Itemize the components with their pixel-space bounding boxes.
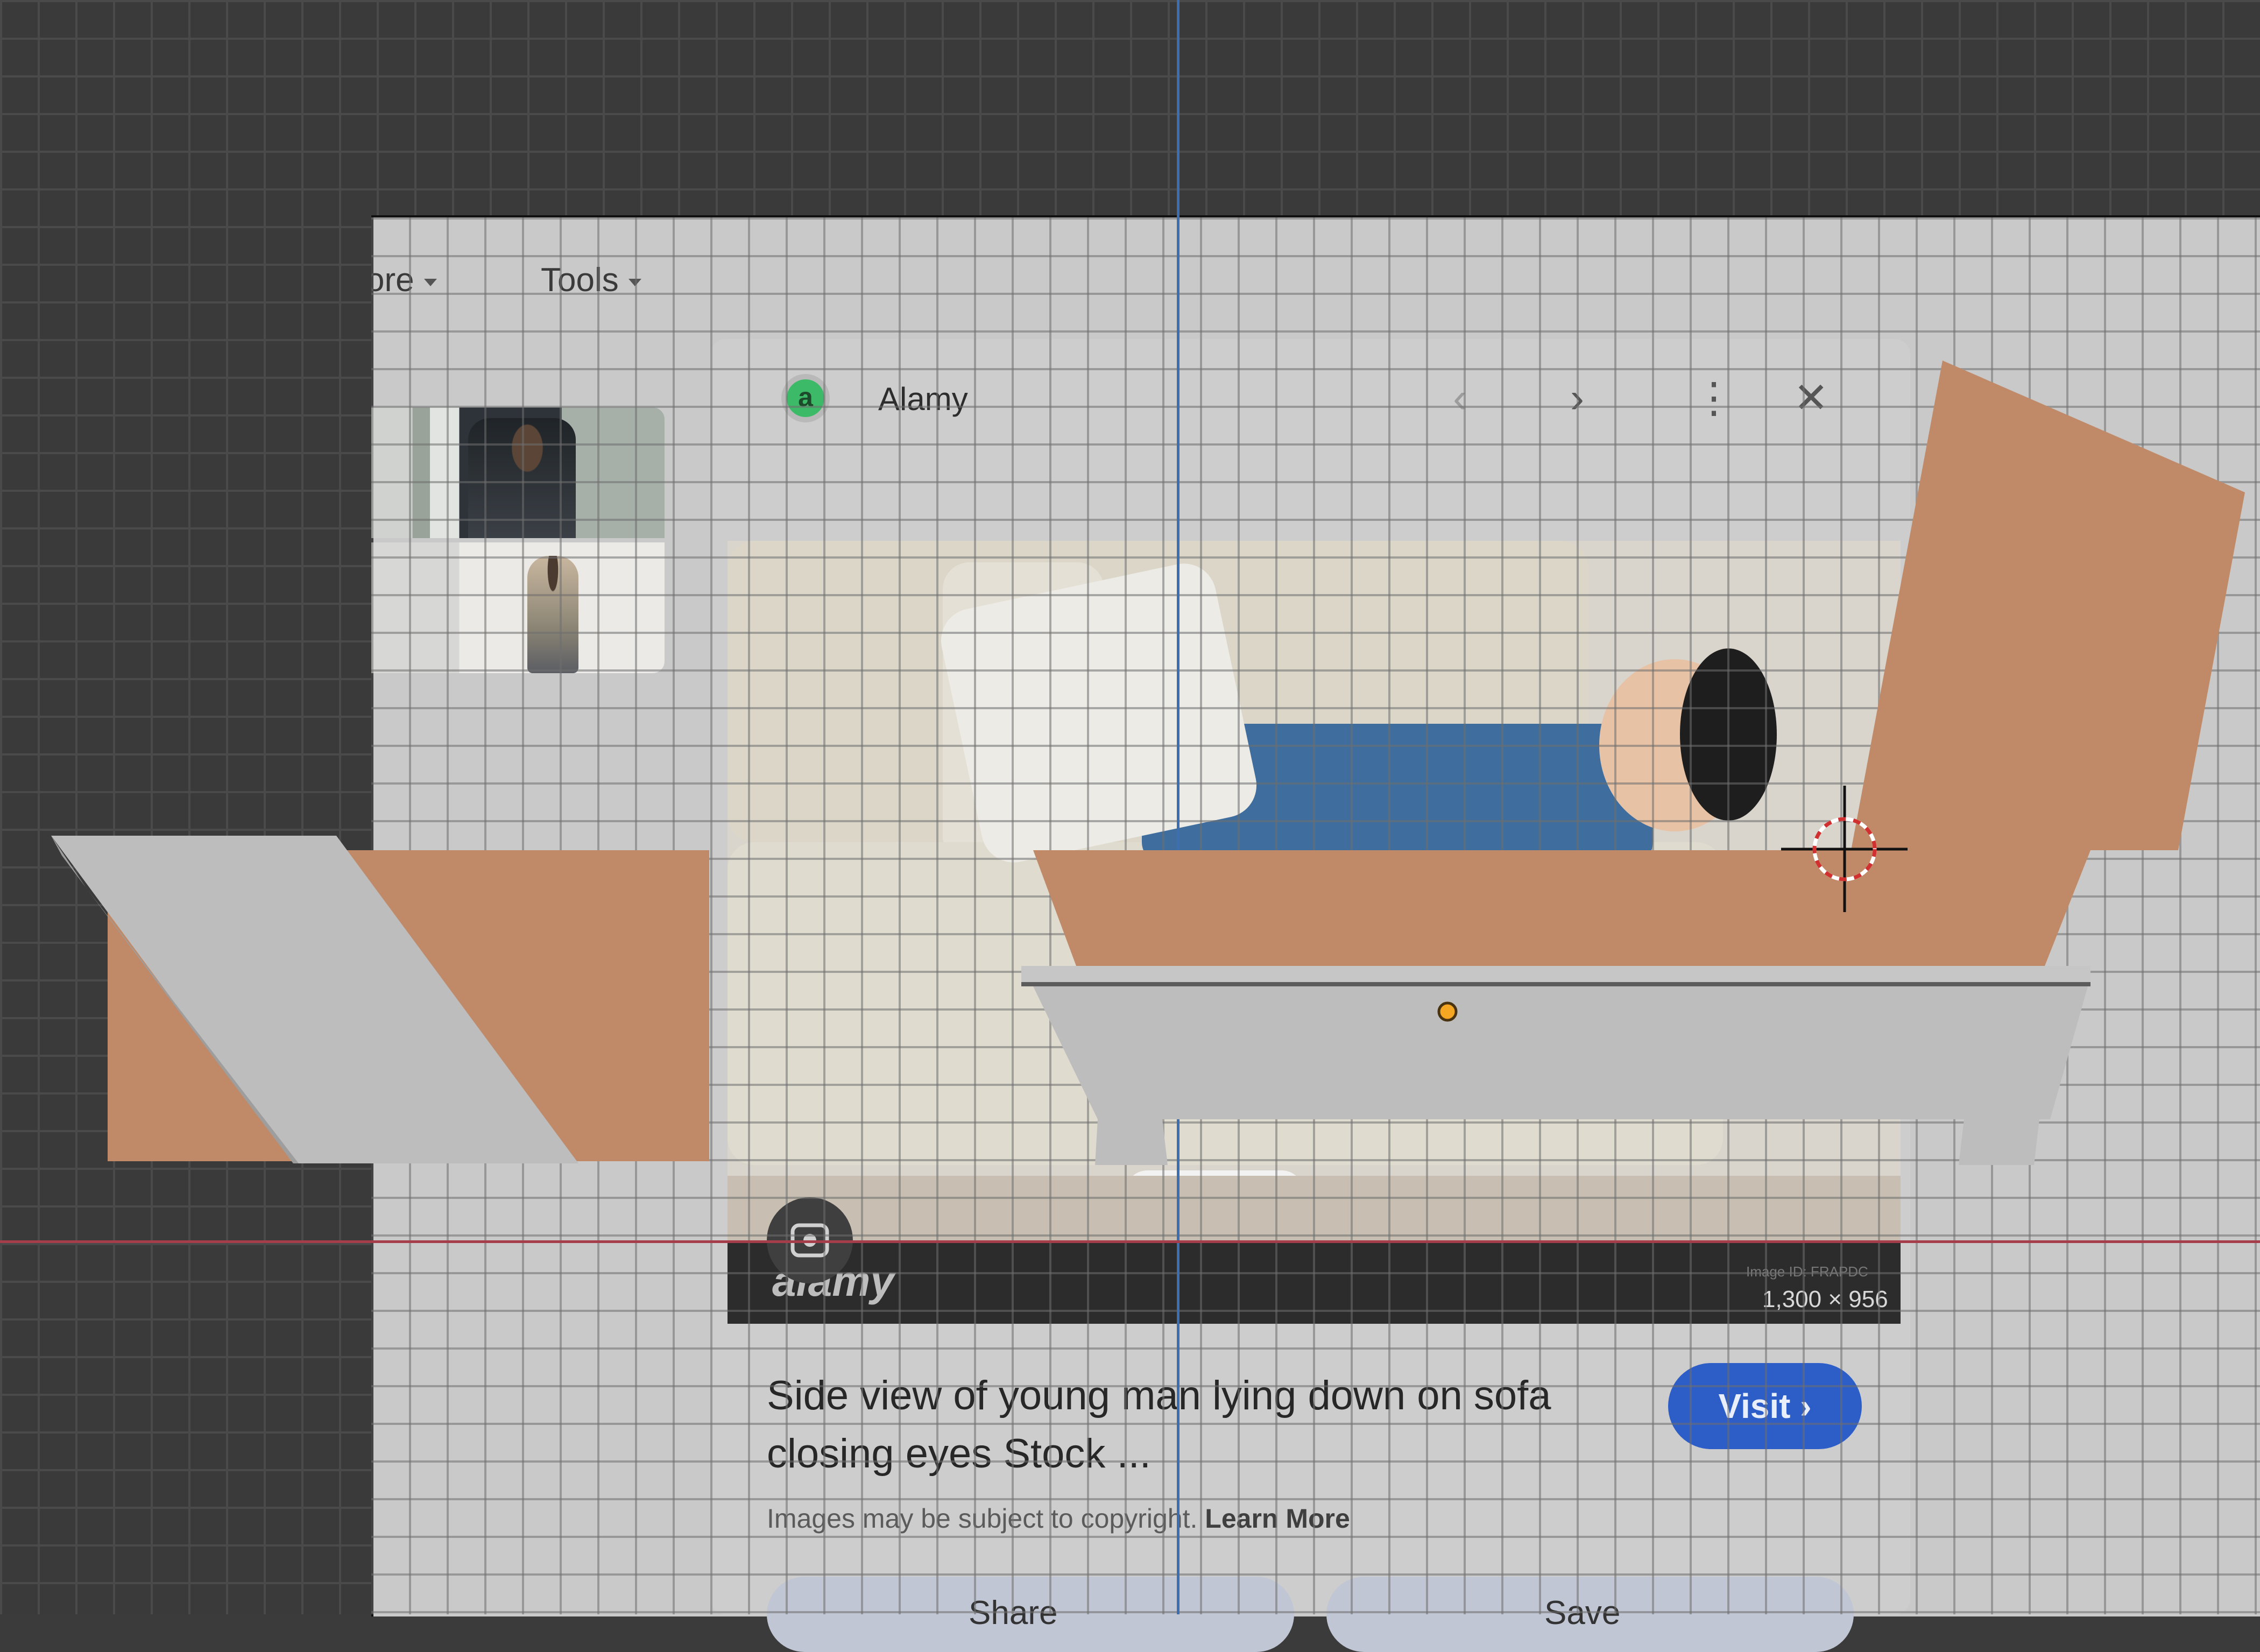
gray-table-body[interactable] <box>1033 986 2088 1119</box>
shape-layer <box>51 361 2245 1165</box>
upper-right-orange-shape[interactable] <box>1851 361 2245 850</box>
gray-table-edge <box>1021 982 2090 986</box>
gray-table-top[interactable] <box>1021 966 2090 985</box>
middle-orange-shape[interactable] <box>1033 850 2090 966</box>
gray-table-leg-right[interactable] <box>1959 1119 2039 1165</box>
origin-point[interactable] <box>1437 1001 1458 1022</box>
gray-table-leg-left[interactable] <box>1095 1119 1168 1165</box>
